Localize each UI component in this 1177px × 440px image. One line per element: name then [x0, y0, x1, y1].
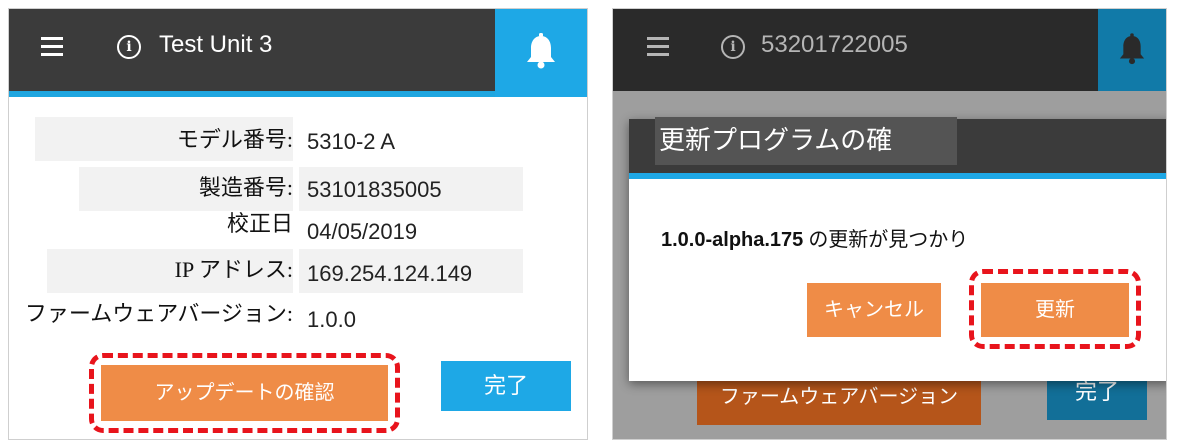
serial-value: 53101835005 [307, 177, 442, 202]
notifications-button[interactable] [495, 9, 587, 97]
firmware-value: 1.0.0 [307, 307, 356, 332]
app-bar: i 53201722005 [613, 9, 1098, 91]
update-dialog-panel: i 53201722005 ファームウェアバージョン 完了 更新プログラムの確 … [612, 8, 1167, 440]
cancel-button[interactable]: キャンセル [807, 283, 941, 337]
done-button[interactable]: 完了 [441, 361, 571, 411]
notifications-button[interactable] [1098, 9, 1166, 91]
model-value: 5310-2 A [307, 129, 396, 154]
calibration-label: 校正日 [226, 211, 293, 236]
unit-title: Test Unit 3 [159, 31, 273, 58]
app-bar: i Test Unit 3 [9, 9, 495, 91]
dialog-accent [629, 173, 1166, 179]
dialog-message: 1.0.0-alpha.175 の更新が見つかり [661, 223, 968, 252]
menu-icon[interactable] [41, 37, 63, 57]
firmware-label: ファームウェアバージョン: [24, 301, 293, 326]
ip-value: 169.254.124.149 [307, 261, 473, 286]
device-info-panel: i Test Unit 3 モデル番号: 5310-2 A 製造番号: 5310… [8, 8, 588, 440]
dialog-title: 更新プログラムの確 [655, 117, 957, 165]
bell-icon [1119, 33, 1145, 65]
info-icon[interactable]: i [721, 35, 745, 59]
info-icon[interactable]: i [117, 35, 141, 59]
ip-label: IP アドレス: [174, 257, 293, 282]
highlight-box [969, 269, 1141, 349]
unit-title: 53201722005 [761, 31, 908, 58]
bell-icon [527, 33, 555, 69]
calibration-value: 04/05/2019 [307, 219, 418, 244]
menu-icon[interactable] [647, 37, 669, 57]
version-text: 1.0.0-alpha.175 [661, 229, 804, 251]
serial-label: 製造番号: [198, 175, 293, 200]
model-label: モデル番号: [176, 127, 293, 152]
message-text: の更新が見つかり [803, 229, 969, 251]
app-bar-accent [9, 91, 495, 97]
check-update-button[interactable]: アップデートの確認 [101, 365, 388, 421]
